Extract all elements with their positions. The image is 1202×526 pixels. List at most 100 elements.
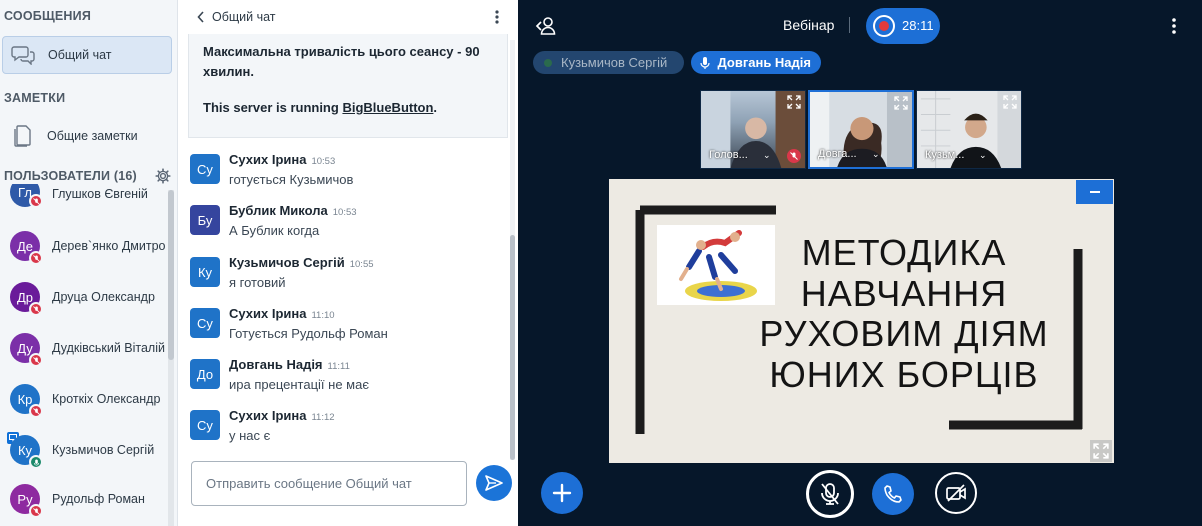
minus-icon (1089, 191, 1100, 193)
video-tile-talking[interactable]: Довга... ⌄ (808, 90, 914, 169)
user-list: Гл Глушков Євгеній Де Дерев`янко Дмитро … (0, 184, 170, 526)
user-list-item[interactable]: Ку Кузьмичов Сергій (0, 425, 170, 476)
leave-audio-button[interactable] (872, 473, 914, 515)
user-name: Рудольф Роман (52, 492, 145, 506)
gear-icon[interactable] (155, 168, 171, 184)
title-divider (849, 17, 850, 33)
message-time: 11:11 (327, 361, 350, 372)
avatar: Су (190, 308, 220, 338)
muted-mic-icon (29, 302, 43, 316)
avatar: Су (190, 410, 220, 440)
recording-time: 28:11 (902, 18, 934, 33)
more-options-icon[interactable] (494, 9, 500, 25)
chevron-down-icon[interactable]: ⌄ (872, 149, 880, 160)
video-tile[interactable]: Голов... ⌄ (700, 90, 806, 169)
notes-document-icon (2, 125, 42, 147)
camera-off-icon (946, 484, 966, 502)
slide-title-line: МЕТОДИКА (801, 232, 1007, 273)
mic-icon (699, 56, 711, 70)
video-user-name: Кузьм... (925, 149, 965, 161)
user-list-item[interactable]: Де Дерев`янко Дмитро (0, 221, 170, 272)
user-list-item[interactable]: Ру Рудольф Роман (0, 476, 170, 526)
session-duration-notice: Максимальна тривалість цього сеансу - 90… (203, 44, 480, 79)
muted-mic-icon (29, 251, 43, 265)
avatar: Су (190, 154, 220, 184)
notes-section-title: ЗАМЕТКИ (4, 91, 66, 105)
message-author: Сухих Ірина 11:10 (229, 306, 335, 321)
fullscreen-icon[interactable] (894, 96, 908, 110)
slide-title-line: РУХОВИМ ДІЯМ (759, 313, 1049, 354)
mic-icon (29, 455, 43, 469)
chat-message: Су Сухих Ірина 11:12 у нас є (190, 406, 500, 456)
message-text: Готується Рудольф Роман (229, 326, 388, 341)
unmute-button[interactable] (806, 470, 854, 518)
user-name: Дерев`янко Дмитро (52, 239, 166, 253)
presentation-slide[interactable]: МЕТОДИКА НАВЧАННЯ РУХОВИМ ДІЯМ ЮНИХ БОРЦ… (609, 179, 1114, 463)
share-webcam-button[interactable] (935, 472, 977, 514)
scrollbar-thumb[interactable] (168, 190, 174, 360)
user-name: Глушков Євгеній (52, 187, 148, 201)
message-author: Сухих Ірина 11:12 (229, 408, 335, 423)
chat-title[interactable]: Общий чат (212, 10, 276, 24)
scrollbar-thumb[interactable] (510, 235, 515, 460)
chat-message: Су Сухих Ірина 11:10 Готується Рудольф Ро… (190, 304, 500, 354)
shared-notes-label: Общие заметки (47, 129, 138, 143)
user-list-toggle-icon[interactable] (534, 15, 558, 37)
message-time: 10:53 (311, 156, 336, 167)
user-list-item[interactable]: Гл Глушков Євгеній (0, 184, 170, 218)
send-message-button[interactable] (476, 465, 512, 501)
muted-mic-icon (29, 194, 43, 208)
muted-mic-icon (787, 149, 801, 163)
message-time: 10:53 (332, 207, 357, 218)
message-text: ира прецентації не має (229, 377, 369, 392)
message-author: Довгань Надія 11:11 (229, 357, 350, 372)
more-options-icon[interactable] (1171, 17, 1177, 35)
message-time: 11:10 (311, 310, 335, 321)
chevron-down-icon[interactable]: ⌄ (763, 150, 771, 161)
chat-bubbles-icon (3, 45, 43, 65)
muted-mic-icon (29, 353, 43, 367)
user-name: Кроткіх Олександр (52, 392, 161, 406)
welcome-message: Максимальна тривалість цього сеансу - 90… (188, 34, 508, 138)
user-list-scrollbar[interactable] (168, 190, 174, 526)
main-area: Вебінар 28:11 Кузьмичов Сергій Довгань Н… (518, 0, 1202, 526)
slide-title-line: ЮНИХ БОРЦІВ (769, 354, 1039, 395)
chat-message: Бу Бублик Микола 10:53 А Бублик когда (190, 201, 500, 251)
user-list-item[interactable]: Др Друца Олександр (0, 272, 170, 323)
status-dot-icon (541, 56, 555, 70)
fullscreen-icon[interactable] (1003, 95, 1017, 109)
chat-scrollbar[interactable] (510, 40, 515, 460)
message-text: у нас є (229, 428, 271, 443)
talking-indicator-active[interactable]: Довгань Надія (691, 51, 821, 74)
talking-indicator[interactable]: Кузьмичов Сергій (533, 51, 684, 74)
message-time: 10:55 (349, 259, 374, 270)
chevron-down-icon[interactable]: ⌄ (979, 150, 987, 161)
wrestlers-illustration (679, 230, 757, 301)
sidebar-item-shared-notes[interactable]: Общие заметки (2, 117, 172, 155)
video-tile[interactable]: Кузьм... ⌄ (916, 90, 1022, 169)
actions-plus-button[interactable] (541, 472, 583, 514)
chevron-left-icon[interactable] (196, 10, 208, 24)
video-user-name: Довга... (818, 148, 857, 160)
message-author: Кузьмичов Сергій 10:55 (229, 255, 374, 270)
chat-message: Ку Кузьмичов Сергій 10:55 я готовий (190, 253, 500, 303)
message-author: Бублик Микола 10:53 (229, 203, 357, 218)
avatar: Ку (190, 257, 220, 287)
bigbluebutton-link[interactable]: BigBlueButton (342, 100, 433, 115)
message-author: Сухих Ірина 10:53 (229, 152, 336, 167)
recording-indicator-button[interactable]: 28:11 (866, 8, 940, 44)
send-icon (485, 475, 503, 491)
session-title: Вебінар (783, 17, 835, 33)
fullscreen-button[interactable] (1090, 440, 1112, 462)
muted-mic-icon (29, 404, 43, 418)
user-list-item[interactable]: Ду Дудківський Віталій (0, 323, 170, 374)
user-list-item[interactable]: Кр Кроткіх Олександр (0, 374, 170, 425)
minimize-presentation-button[interactable] (1076, 180, 1113, 204)
muted-mic-icon (29, 504, 43, 518)
fullscreen-icon[interactable] (787, 95, 801, 109)
video-user-name: Голов... (709, 149, 748, 161)
chat-panel: Общий чат Максимальна тривалість цього с… (178, 0, 518, 526)
chat-message-input[interactable] (191, 461, 467, 506)
chat-header: Общий чат (178, 0, 518, 34)
sidebar-item-public-chat[interactable]: Общий чат (2, 36, 172, 74)
